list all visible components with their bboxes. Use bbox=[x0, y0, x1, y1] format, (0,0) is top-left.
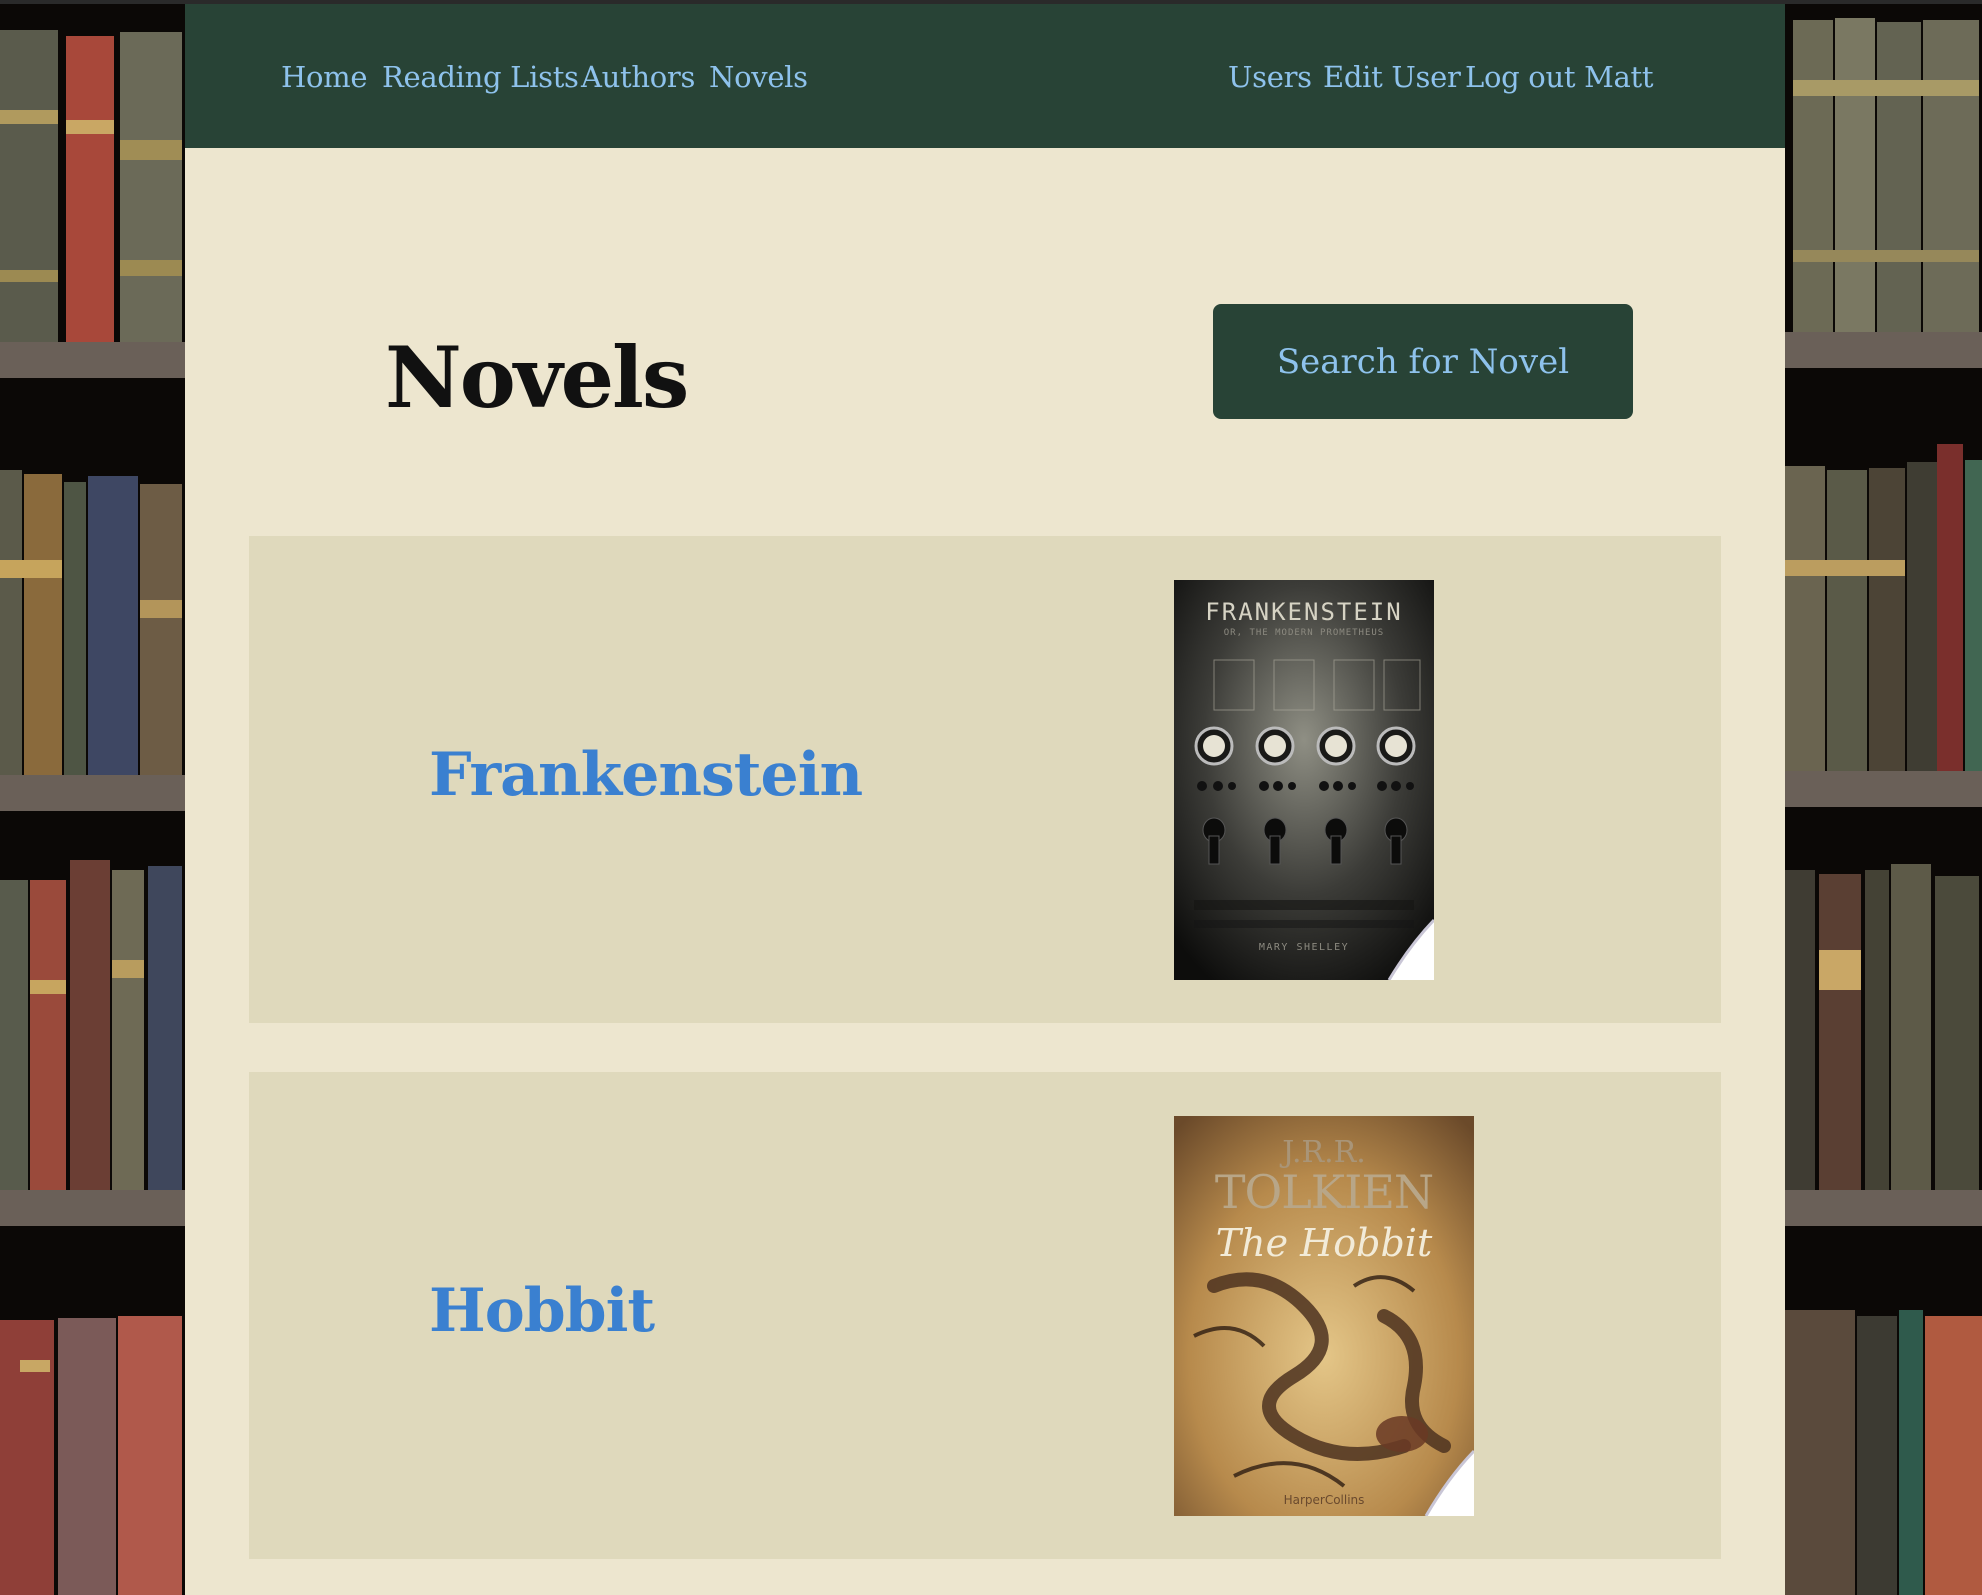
cover-title: FRANKENSTEIN bbox=[1205, 598, 1402, 626]
novel-cover-image[interactable]: J.R.R. TOLKIEN The Hobbit HarperCollins bbox=[1174, 1116, 1474, 1516]
novel-card: Hobbit J.R.R. TOLKIEN The Hobbit HarperC… bbox=[249, 1072, 1721, 1559]
main-content: Home Reading Lists Authors Novels Users … bbox=[185, 0, 1785, 1595]
cover-subtitle: OR, THE MODERN PROMETHEUS bbox=[1224, 628, 1384, 638]
nav-reading-lists-link[interactable]: Reading Lists bbox=[382, 60, 579, 94]
nav-users-link[interactable]: Users bbox=[1228, 60, 1312, 94]
nav-logout-link[interactable]: Log out Matt bbox=[1465, 60, 1654, 94]
nav-authors-link[interactable]: Authors bbox=[581, 60, 695, 94]
nav-edit-user-link[interactable]: Edit User bbox=[1323, 60, 1461, 94]
novel-card: Frankenstein FRANKENSTEIN OR, THE MODERN… bbox=[249, 536, 1721, 1023]
novel-title-link[interactable]: Hobbit bbox=[429, 1276, 655, 1346]
cover-author-surname: TOLKIEN bbox=[1215, 1165, 1433, 1219]
nav-home-link[interactable]: Home bbox=[281, 60, 368, 94]
bookshelf-background-right bbox=[1785, 0, 1982, 1595]
novel-title-link[interactable]: Frankenstein bbox=[429, 740, 863, 810]
novel-cover-image[interactable]: FRANKENSTEIN OR, THE MODERN PROMETHEUS M… bbox=[1174, 580, 1434, 980]
window-top-border bbox=[0, 0, 1982, 4]
search-novel-button[interactable]: Search for Novel bbox=[1213, 304, 1633, 419]
top-navbar: Home Reading Lists Authors Novels Users … bbox=[185, 4, 1785, 148]
cover-author: MARY SHELLEY bbox=[1259, 942, 1349, 953]
nav-novels-link[interactable]: Novels bbox=[709, 60, 808, 94]
bookshelf-background-left bbox=[0, 0, 185, 1595]
cover-publisher: HarperCollins bbox=[1284, 1493, 1365, 1507]
cover-title: The Hobbit bbox=[1216, 1221, 1433, 1265]
page-title: Novels bbox=[385, 328, 689, 427]
